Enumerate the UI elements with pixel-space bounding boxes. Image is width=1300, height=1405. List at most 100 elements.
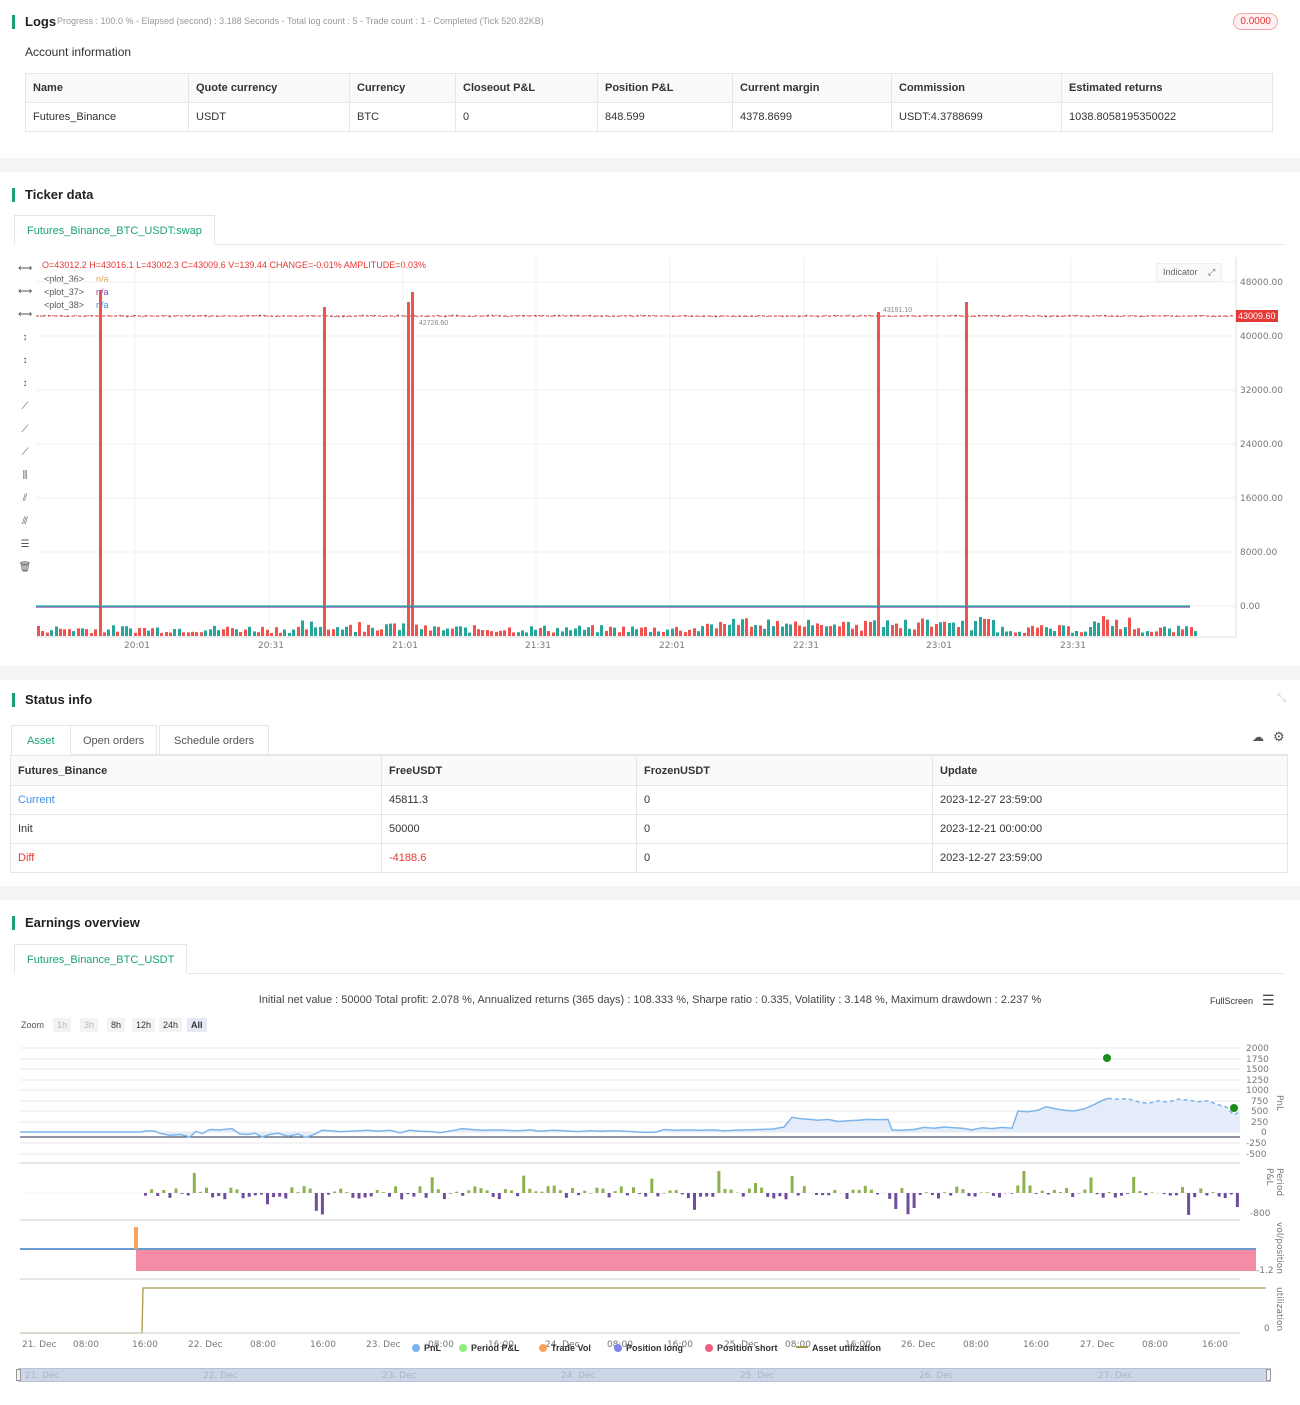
period-bar: [790, 1176, 794, 1193]
period-bar: [1205, 1193, 1209, 1196]
period-bar: [1229, 1193, 1233, 1195]
navigator-handle-left[interactable]: [16, 1369, 21, 1381]
period-bar: [607, 1193, 611, 1198]
period-bar: [449, 1193, 452, 1194]
period-bar: [241, 1193, 245, 1199]
trade-vol-bar: [134, 1227, 138, 1249]
nav-tick: 22. Dec: [203, 1371, 238, 1381]
period-bar: [888, 1193, 892, 1199]
period-bar: [1059, 1192, 1062, 1193]
period-bar: [1083, 1189, 1087, 1193]
period-bar: [1217, 1193, 1221, 1197]
period-bar: [235, 1189, 239, 1193]
period-bar: [198, 1191, 202, 1193]
x-tick: 21. Dec: [22, 1340, 57, 1350]
nav-tick: 23. Dec: [382, 1371, 417, 1381]
period-bar: [998, 1193, 1001, 1198]
period-bar: [381, 1192, 385, 1193]
period-bar: [961, 1189, 965, 1193]
pnl-tick: 750: [1251, 1097, 1269, 1107]
period-bar: [217, 1193, 221, 1196]
period-bar: [1126, 1193, 1130, 1194]
x-tick: 22. Dec: [188, 1340, 223, 1350]
period-bar: [973, 1193, 977, 1197]
period-bar: [144, 1193, 147, 1196]
period-bar: [1010, 1193, 1014, 1194]
legend-label: Position long: [626, 1343, 683, 1353]
period-bar: [205, 1187, 208, 1193]
period-bar: [583, 1190, 587, 1193]
x-tick: 08:00: [1142, 1340, 1168, 1350]
period-bar: [150, 1189, 154, 1193]
period-bar: [1223, 1193, 1227, 1199]
period-bar: [869, 1189, 873, 1193]
period-bar: [815, 1193, 818, 1195]
legend-dot: [705, 1344, 713, 1352]
legend-position-long[interactable]: Position long: [614, 1343, 683, 1353]
period-bar: [1028, 1185, 1032, 1193]
pnl-tick: 2000: [1246, 1044, 1269, 1054]
period-bar: [211, 1193, 215, 1198]
period-bar: [174, 1188, 178, 1193]
legend-dot: [459, 1344, 467, 1352]
period-bar: [845, 1193, 849, 1199]
period-bar: [503, 1189, 507, 1193]
pnl-tick: 250: [1251, 1118, 1269, 1128]
period-bar: [723, 1188, 727, 1193]
pnl-tick: -250: [1246, 1139, 1267, 1149]
x-tick: 16:00: [1023, 1340, 1049, 1350]
period-bar: [253, 1193, 257, 1196]
period-bar: [369, 1193, 373, 1197]
nav-tick: 27. Dec: [1098, 1371, 1133, 1381]
period-bar: [906, 1193, 910, 1215]
period-bar: [918, 1193, 922, 1195]
period-bar: [308, 1188, 312, 1193]
legend-trade-vol[interactable]: Trade Vol: [539, 1343, 591, 1353]
legend-position-short[interactable]: Position short: [705, 1343, 778, 1353]
axis-title-period: Period P&L: [1264, 1168, 1284, 1197]
period-bar: [741, 1193, 745, 1197]
navigator-handle-right[interactable]: [1266, 1369, 1271, 1381]
period-bar: [534, 1191, 538, 1193]
period-bar: [1150, 1192, 1154, 1193]
period-bar: [180, 1193, 184, 1194]
period-bar: [571, 1187, 574, 1193]
period-bar: [400, 1193, 404, 1200]
legend-period-pnl[interactable]: Period P&L: [459, 1343, 520, 1353]
position-tick: -1.2: [1256, 1266, 1274, 1276]
period-bar: [1235, 1193, 1239, 1207]
legend-asset-utilization[interactable]: Asset utilization: [796, 1343, 881, 1353]
period-tick: -800: [1250, 1209, 1271, 1219]
period-bar: [729, 1189, 733, 1193]
period-bar: [558, 1190, 562, 1193]
period-bar: [717, 1171, 721, 1193]
legend-line: [796, 1346, 808, 1348]
period-bar: [522, 1175, 526, 1193]
period-bar: [1193, 1193, 1197, 1198]
nav-tick: 25. Dec: [740, 1371, 775, 1381]
period-bar: [302, 1186, 306, 1193]
period-bar: [436, 1189, 440, 1193]
period-bar: [1022, 1171, 1026, 1193]
period-bar: [1120, 1193, 1123, 1196]
period-bar: [351, 1193, 355, 1198]
period-bar: [1132, 1176, 1136, 1193]
period-bar: [802, 1186, 806, 1193]
period-bar: [863, 1185, 867, 1193]
period-bar: [1162, 1193, 1166, 1195]
period-bar: [363, 1193, 367, 1198]
legend-label: PnL: [424, 1343, 441, 1353]
util-tick: 0: [1264, 1324, 1270, 1334]
legend-dot: [614, 1344, 622, 1352]
period-bar: [601, 1188, 605, 1193]
period-bar: [546, 1186, 550, 1193]
legend-pnl[interactable]: PnL: [412, 1343, 441, 1353]
axis-title-volpos: vol/position: [1274, 1222, 1284, 1275]
period-bar: [668, 1190, 672, 1193]
legend-label: Position short: [717, 1343, 778, 1353]
period-bar: [638, 1193, 642, 1194]
period-bar: [479, 1188, 483, 1193]
nav-tick: 21. Dec: [25, 1371, 60, 1381]
period-bar: [674, 1190, 678, 1193]
period-bar: [711, 1193, 715, 1197]
